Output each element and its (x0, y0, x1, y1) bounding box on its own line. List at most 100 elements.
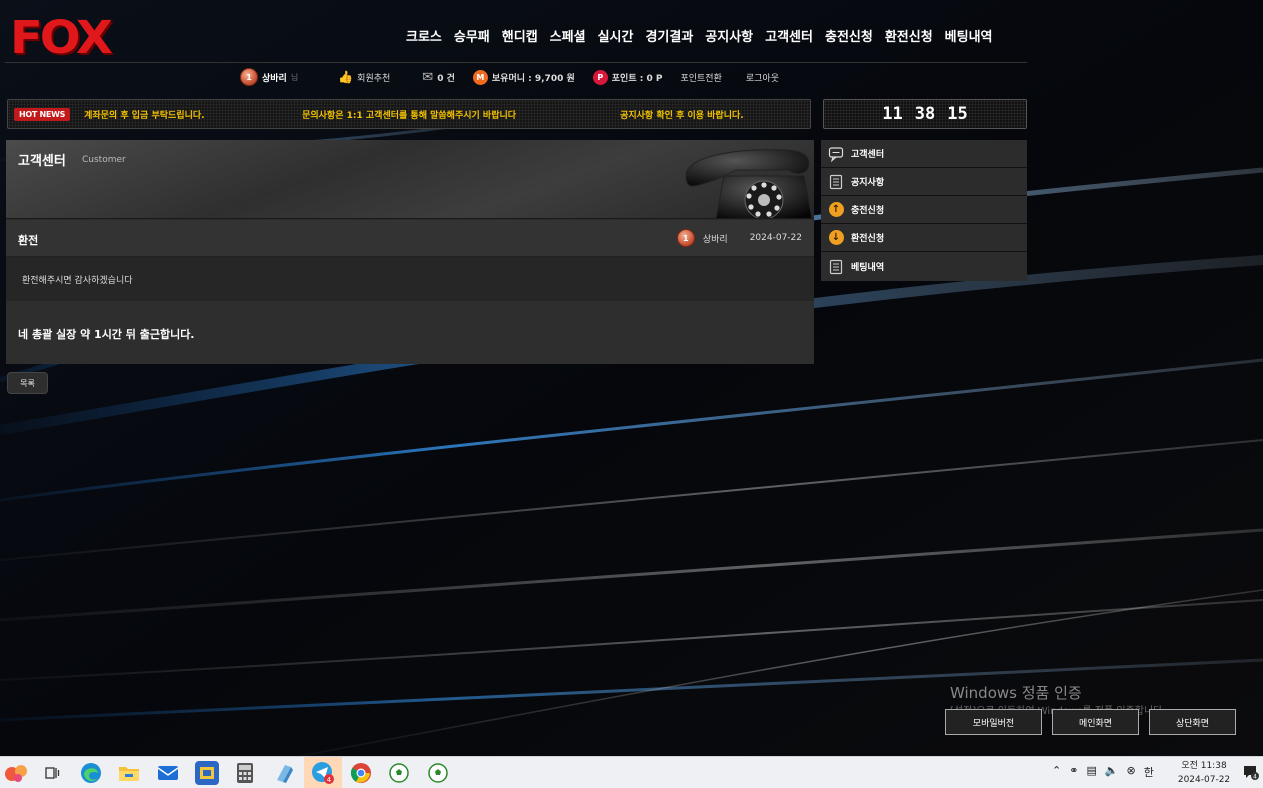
messages-link[interactable]: ✉ 0 건 (422, 70, 455, 85)
widgets-icon[interactable] (2, 761, 32, 785)
side-item-label: 공지사항 (851, 178, 885, 188)
points-coin-icon: P (592, 69, 608, 85)
side-item-label: 충전신청 (851, 206, 885, 216)
recommend-link[interactable]: 👍 회원추천 (338, 70, 390, 84)
scroll-top-button[interactable]: 상단화면 (1149, 709, 1236, 735)
nav-customer-center[interactable]: 고객센터 (759, 28, 819, 48)
side-item-customer-center[interactable]: 고객센터 (821, 140, 1027, 168)
logout-label: 로그아웃 (745, 73, 779, 84)
clock-hours: 11 (882, 104, 903, 124)
app-shortcut-icon[interactable] (272, 761, 296, 785)
notebook-icon (828, 259, 844, 275)
file-explorer-icon[interactable] (117, 761, 141, 785)
nav-handicap[interactable]: 핸디캡 (496, 28, 544, 48)
chrome-browser-icon[interactable] (349, 761, 373, 785)
points-value: 포인트 : 0 P (611, 73, 663, 84)
panel-title: 고객센터 (18, 154, 66, 169)
level-badge-icon: 1 (676, 229, 695, 247)
recommend-label: 회원추천 (357, 73, 391, 84)
ime-indicator[interactable]: 한 (1144, 764, 1154, 780)
clock-seconds: 15 (947, 104, 968, 124)
envelope-icon: ✉ (422, 69, 434, 85)
side-item-label: 고객센터 (851, 150, 885, 160)
nav-special[interactable]: 스페셜 (544, 28, 592, 48)
nav-withdraw[interactable]: 환전신청 (879, 28, 939, 48)
nav-notice[interactable]: 공지사항 (699, 28, 759, 48)
mobile-version-button[interactable]: 모바일버전 (945, 709, 1042, 735)
hot-news-badge: HOT NEWS (14, 107, 71, 121)
post-body-text: 환전해주시면 감사하겠습니다 (22, 276, 133, 286)
point-convert-label: 포인트전환 (680, 73, 722, 84)
side-menu: 고객센터 공지사항 ↑ 충전신청 ↓ 환전신청 베팅내역 (821, 140, 1027, 281)
panel-header: 고객센터 Customer (6, 140, 814, 219)
fox-logo[interactable]: FOX (10, 11, 113, 64)
post-date: 2024-07-22 (749, 233, 802, 243)
side-item-deposit[interactable]: ↑ 충전신청 (821, 196, 1027, 224)
user-info: 1 상바리 님 (240, 68, 298, 86)
nav-live[interactable]: 실시간 (592, 28, 640, 48)
post-meta: 1 상바리 2024-07-22 (676, 229, 802, 247)
side-item-label: 베팅내역 (851, 263, 885, 273)
soccer-app-icon-2[interactable] (426, 761, 450, 785)
notification-icon[interactable]: 4 (1243, 764, 1259, 781)
hot-news-ticker: HOT NEWS 계좌문의 후 입금 부탁드립니다. 문의사항은 1:1 고객센… (7, 99, 811, 129)
edge-browser-icon[interactable] (79, 761, 103, 785)
ticker-item: 공지사항 확인 후 이용 바랍니다. (620, 110, 744, 121)
telegram-icon[interactable]: 4 (311, 761, 335, 785)
messages-count: 0 건 (437, 73, 455, 84)
taskbar-clock[interactable]: 오전 11:38 2024-07-22 (1176, 759, 1232, 787)
reply-text: 네 총괄 실장 약 1시간 뒤 출근합니다. (18, 328, 195, 341)
money-info: M 보유머니 : 9,700 원 (472, 69, 575, 85)
side-item-notice[interactable]: 공지사항 (821, 168, 1027, 196)
post-title: 환전 (18, 234, 39, 247)
chevron-up-icon[interactable]: ⌃ (1052, 764, 1061, 780)
soccer-app-icon[interactable] (387, 761, 411, 785)
usb-icon[interactable]: ⚭ (1069, 764, 1078, 780)
nav-cross[interactable]: 크로스 (400, 28, 448, 48)
taskbar-time: 오전 11:38 (1181, 761, 1227, 771)
mail-icon[interactable] (156, 761, 180, 785)
panel-subtitle: Customer (82, 155, 126, 165)
ticker-item: 계좌문의 후 입금 부탁드립니다. (84, 110, 205, 121)
taskbar-date: 2024-07-22 (1177, 775, 1231, 785)
logout-link[interactable]: 로그아웃 (746, 71, 779, 84)
admin-reply: 네 총괄 실장 약 1시간 뒤 출근합니다. (6, 301, 814, 364)
calculator-icon[interactable] (233, 761, 257, 785)
ticker-items: 계좌문의 후 입금 부탁드립니다. 문의사항은 1:1 고객센터를 통해 말씀해… (84, 108, 744, 121)
volume-icon[interactable]: 🔈 (1105, 764, 1119, 780)
network-icon[interactable]: ▤ (1086, 764, 1096, 780)
post-header: 환전 1 상바리 2024-07-22 (6, 220, 814, 257)
telegram-badge-count: 4 (327, 776, 332, 784)
system-tray: ⌃ ⚭ ▤ 🔈 ⊗ 한 (1052, 764, 1154, 780)
money-coin-icon: M (472, 69, 488, 85)
store-app-icon[interactable] (195, 761, 219, 785)
side-item-bet-history[interactable]: 베팅내역 (821, 252, 1027, 281)
list-button[interactable]: 목록 (7, 372, 48, 394)
chat-icon (828, 146, 844, 162)
side-item-label: 환전신청 (851, 234, 885, 244)
user-honorific: 님 (290, 72, 299, 82)
points-info: P 포인트 : 0 P (592, 69, 663, 85)
notification-count: 4 (1253, 774, 1257, 781)
nav-bet-history[interactable]: 베팅내역 (939, 28, 999, 48)
digital-clock: 11 38 15 (823, 99, 1027, 129)
telephone-icon (685, 149, 813, 218)
point-convert-link[interactable]: 포인트전환 (680, 71, 721, 84)
side-item-withdraw[interactable]: ↓ 환전신청 (821, 224, 1027, 252)
clock-minutes: 38 (914, 104, 936, 124)
main-nav: 크로스 승무패 핸디캡 스페셜 실시간 경기결과 공지사항 고객센터 충전신청 … (400, 28, 999, 48)
level-badge-icon: 1 (240, 68, 258, 86)
activation-watermark-title: Windows 정품 인증 (950, 684, 1082, 702)
main-page-button[interactable]: 메인화면 (1052, 709, 1139, 735)
user-bar: 1 상바리 님 👍 회원추천 ✉ 0 건 M 보유머니 : 9,700 원 P … (240, 67, 797, 87)
mute-icon[interactable]: ⊗ (1127, 764, 1136, 780)
thumbs-up-icon: 👍 (338, 70, 354, 84)
customer-center-panel: 고객센터 Customer 환전 1 상바리 2024-07-22 환전해주시면… (6, 140, 814, 364)
nav-divider (5, 62, 1027, 63)
nav-deposit[interactable]: 충전신청 (819, 28, 879, 48)
notebook-icon (828, 174, 844, 190)
arrow-down-icon: ↓ (828, 230, 844, 246)
task-view-icon[interactable] (40, 761, 64, 785)
nav-win-draw-lose[interactable]: 승무패 (448, 28, 496, 48)
nav-results[interactable]: 경기결과 (639, 28, 699, 48)
